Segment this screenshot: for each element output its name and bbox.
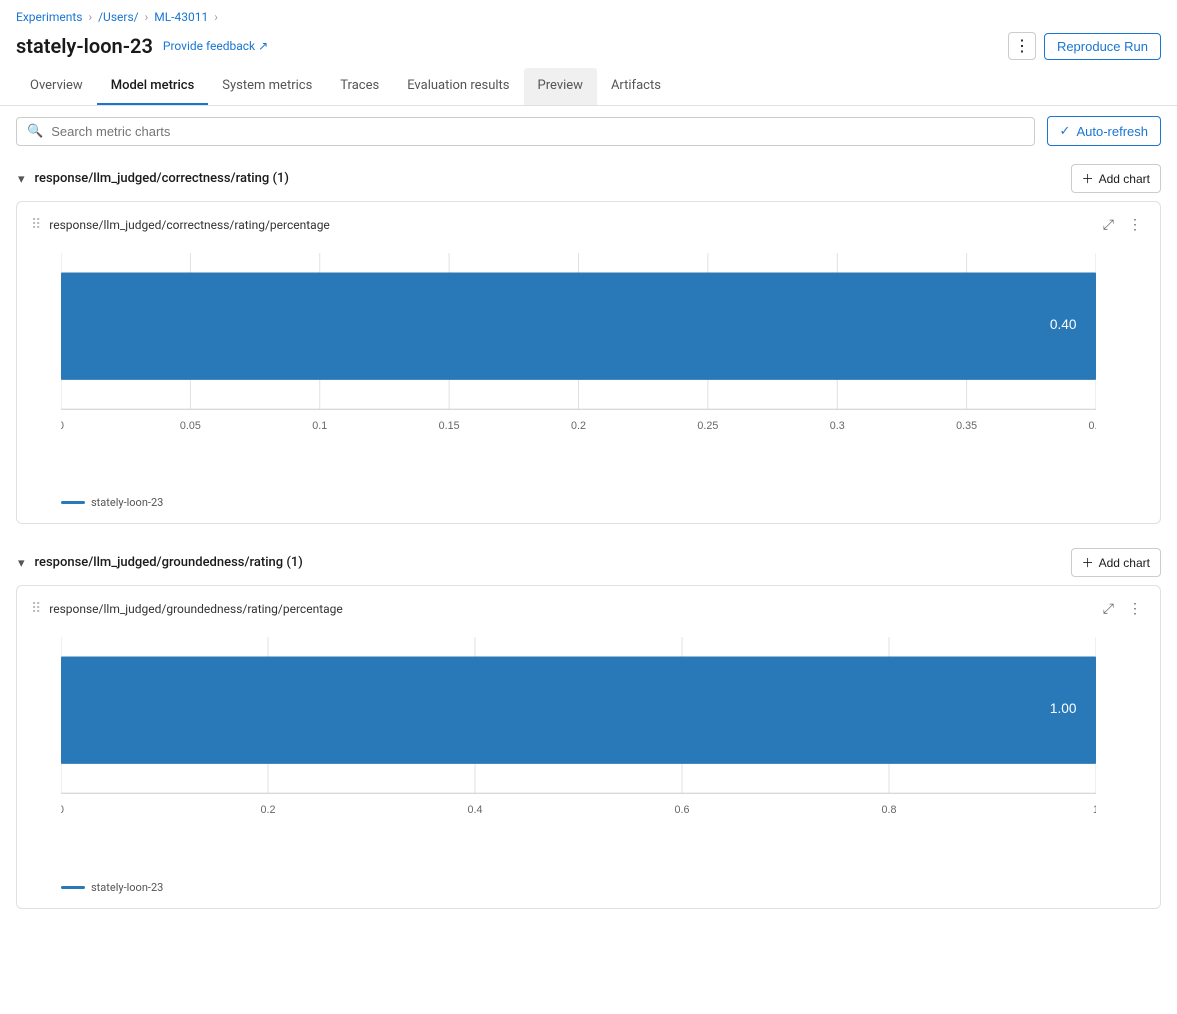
header-left: stately-loon-23 Provide feedback ↗ bbox=[16, 34, 268, 58]
tab-artifacts[interactable]: Artifacts bbox=[597, 68, 675, 105]
chart-title-group: ⠿ response/llm_judged/correctness/rating… bbox=[31, 217, 330, 233]
chart-legend-correctness: stately-loon-23 bbox=[31, 496, 1146, 509]
chart-card-groundedness-pct: ⠿ response/llm_judged/groundedness/ratin… bbox=[16, 585, 1161, 908]
breadcrumb-run-id[interactable]: ML-43011 bbox=[154, 10, 208, 24]
checkmark-icon: ✓ bbox=[1060, 123, 1071, 139]
section-title-group: ▾ response/llm_judged/correctness/rating… bbox=[16, 169, 289, 189]
chart-groundedness-title-group: ⠿ response/llm_judged/groundedness/ratin… bbox=[31, 601, 343, 617]
add-chart-groundedness-button[interactable]: ＋ Add chart bbox=[1071, 548, 1161, 577]
chart-card-correctness-header: ⠿ response/llm_judged/correctness/rating… bbox=[31, 214, 1146, 235]
bar-chart-groundedness-svg: 1.00 0 0.2 0.4 0.6 0.8 1 bbox=[61, 637, 1096, 832]
breadcrumb-experiments[interactable]: Experiments bbox=[16, 10, 83, 24]
chart-legend-groundedness: stately-loon-23 bbox=[31, 881, 1146, 894]
feedback-link[interactable]: Provide feedback ↗ bbox=[163, 39, 268, 53]
breadcrumb-sep-1: › bbox=[89, 10, 93, 24]
svg-text:1.00: 1.00 bbox=[1050, 701, 1077, 716]
svg-text:0.8: 0.8 bbox=[882, 804, 897, 816]
svg-text:0.6: 0.6 bbox=[675, 804, 690, 816]
toolbar: 🔍 ✓ Auto-refresh bbox=[0, 106, 1177, 156]
legend-line-icon bbox=[61, 501, 85, 504]
tabs-bar: Overview Model metrics System metrics Tr… bbox=[0, 68, 1177, 106]
section-correctness: ▾ response/llm_judged/correctness/rating… bbox=[16, 156, 1161, 524]
svg-text:0.25: 0.25 bbox=[697, 420, 718, 432]
section-groundedness-title-group: ▾ response/llm_judged/groundedness/ratin… bbox=[16, 553, 303, 573]
section-correctness-title: response/llm_judged/correctness/rating (… bbox=[35, 171, 289, 186]
fullscreen-button-correctness[interactable]: ⤢ bbox=[1099, 214, 1118, 235]
tab-traces[interactable]: Traces bbox=[326, 68, 393, 105]
header-right: ⋮ Reproduce Run bbox=[1008, 32, 1161, 60]
bar-chart-correctness-svg: 0.40 0 0.05 0.1 0.15 0.2 0.25 0.3 0.35 0… bbox=[61, 253, 1096, 448]
plus-icon: ＋ bbox=[1082, 170, 1094, 187]
collapse-groundedness-button[interactable]: ▾ bbox=[16, 553, 27, 573]
chart-title-groundedness: response/llm_judged/groundedness/rating/… bbox=[49, 602, 342, 616]
tab-overview[interactable]: Overview bbox=[16, 68, 97, 105]
legend-label-groundedness: stately-loon-23 bbox=[91, 881, 163, 894]
legend-line-icon-2 bbox=[61, 886, 85, 889]
plus-icon-2: ＋ bbox=[1082, 554, 1094, 571]
search-box: 🔍 bbox=[16, 117, 1035, 146]
breadcrumb: Experiments › /Users/ › ML-43011 › bbox=[0, 0, 1177, 28]
section-groundedness: ▾ response/llm_judged/groundedness/ratin… bbox=[16, 540, 1161, 908]
tab-preview[interactable]: Preview bbox=[524, 68, 597, 105]
tab-system-metrics[interactable]: System metrics bbox=[208, 68, 326, 105]
chart-actions-groundedness: ⤢ ⋮ bbox=[1099, 598, 1146, 619]
svg-text:1: 1 bbox=[1093, 804, 1096, 816]
section-groundedness-header: ▾ response/llm_judged/groundedness/ratin… bbox=[16, 540, 1161, 585]
svg-text:0.2: 0.2 bbox=[261, 804, 276, 816]
svg-text:0.40: 0.40 bbox=[1050, 317, 1077, 332]
svg-text:0.35: 0.35 bbox=[956, 420, 977, 432]
breadcrumb-sep-3: › bbox=[214, 10, 218, 24]
breadcrumb-users[interactable]: /Users/ bbox=[98, 10, 139, 24]
section-correctness-header: ▾ response/llm_judged/correctness/rating… bbox=[16, 156, 1161, 201]
tab-evaluation-results[interactable]: Evaluation results bbox=[393, 68, 523, 105]
search-icon: 🔍 bbox=[27, 124, 43, 139]
search-input[interactable] bbox=[51, 124, 1023, 139]
fullscreen-button-groundedness[interactable]: ⤢ bbox=[1099, 598, 1118, 619]
svg-text:0: 0 bbox=[61, 420, 64, 432]
drag-handle-icon[interactable]: ⠿ bbox=[31, 217, 41, 233]
chart-actions: ⤢ ⋮ bbox=[1099, 214, 1146, 235]
svg-text:0.1: 0.1 bbox=[312, 420, 327, 432]
legend-label-correctness: stately-loon-23 bbox=[91, 496, 163, 509]
page-title: stately-loon-23 bbox=[16, 34, 153, 58]
chart-title-correctness: response/llm_judged/correctness/rating/p… bbox=[49, 218, 330, 232]
chart-menu-button-groundedness[interactable]: ⋮ bbox=[1124, 598, 1146, 619]
page-header: stately-loon-23 Provide feedback ↗ ⋮ Rep… bbox=[0, 28, 1177, 68]
chart-card-correctness-pct: ⠿ response/llm_judged/correctness/rating… bbox=[16, 201, 1161, 524]
external-link-icon: ↗ bbox=[258, 39, 268, 53]
svg-text:0.4: 0.4 bbox=[468, 804, 483, 816]
svg-text:0.2: 0.2 bbox=[571, 420, 586, 432]
auto-refresh-button[interactable]: ✓ Auto-refresh bbox=[1047, 116, 1161, 146]
more-options-button[interactable]: ⋮ bbox=[1008, 32, 1036, 60]
bar-chart-correctness-container: 0.40 0 0.05 0.1 0.15 0.2 0.25 0.3 0.35 0… bbox=[31, 243, 1146, 488]
section-groundedness-title: response/llm_judged/groundedness/rating … bbox=[35, 555, 303, 570]
tab-model-metrics[interactable]: Model metrics bbox=[97, 68, 209, 105]
svg-text:0.3: 0.3 bbox=[830, 420, 845, 432]
reproduce-run-button[interactable]: Reproduce Run bbox=[1044, 33, 1161, 60]
svg-text:0: 0 bbox=[61, 804, 64, 816]
svg-text:0.15: 0.15 bbox=[439, 420, 460, 432]
breadcrumb-sep-2: › bbox=[145, 10, 149, 24]
svg-text:0.05: 0.05 bbox=[180, 420, 201, 432]
svg-text:0.4: 0.4 bbox=[1089, 420, 1096, 432]
chart-card-groundedness-header: ⠿ response/llm_judged/groundedness/ratin… bbox=[31, 598, 1146, 619]
collapse-correctness-button[interactable]: ▾ bbox=[16, 169, 27, 189]
chart-menu-button-correctness[interactable]: ⋮ bbox=[1124, 214, 1146, 235]
bar-chart-groundedness-container: 1.00 0 0.2 0.4 0.6 0.8 1 bbox=[31, 627, 1146, 872]
drag-handle-icon-2[interactable]: ⠿ bbox=[31, 601, 41, 617]
add-chart-correctness-button[interactable]: ＋ Add chart bbox=[1071, 164, 1161, 193]
